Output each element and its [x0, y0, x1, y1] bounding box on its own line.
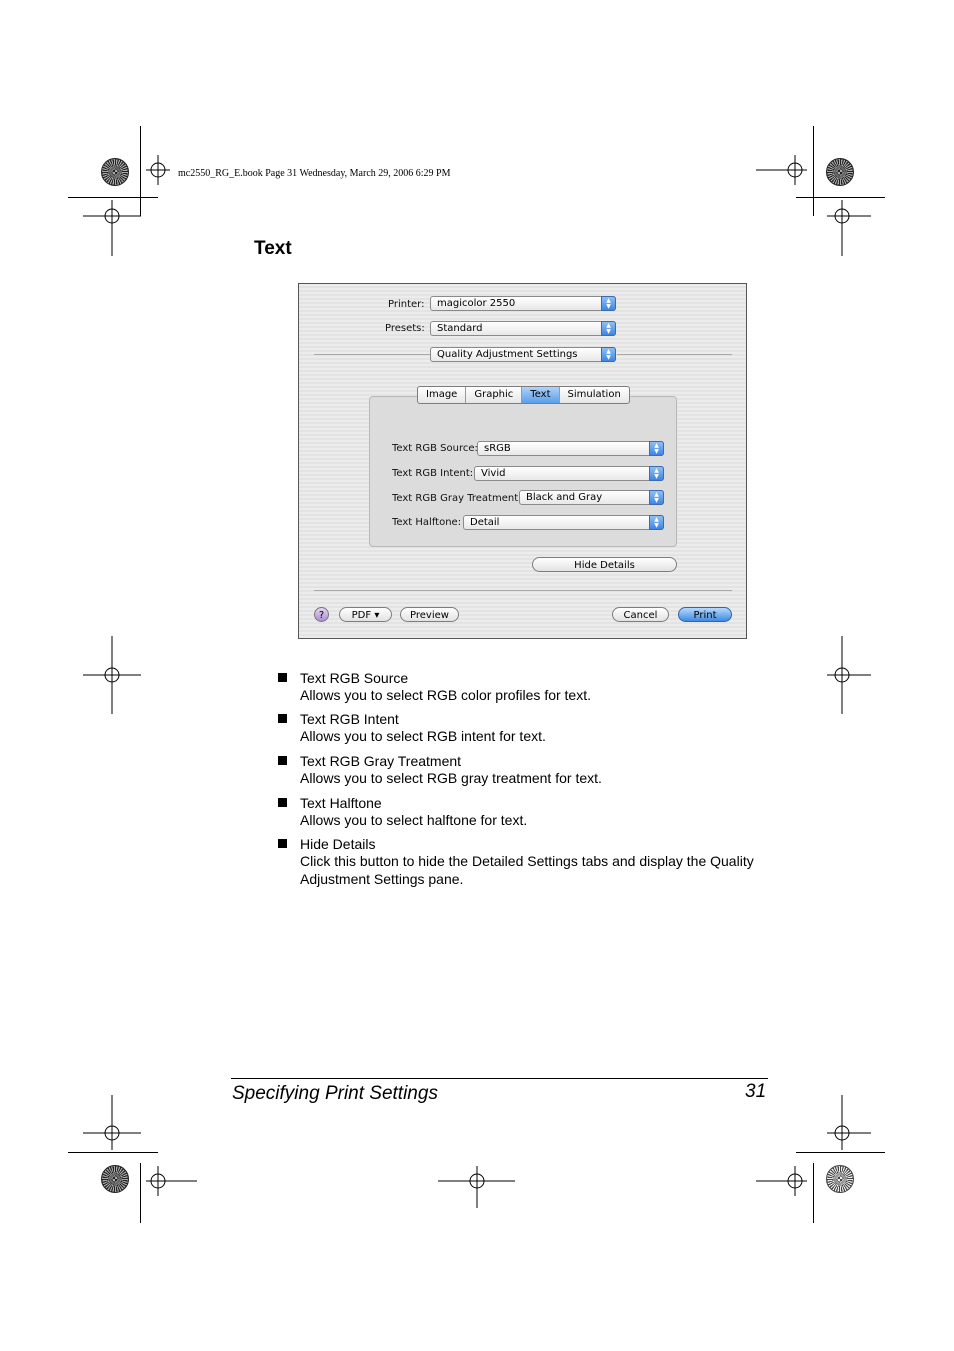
field-value: sRGB — [484, 443, 511, 454]
separator — [617, 354, 732, 355]
registration-target — [83, 200, 141, 256]
footer-title: Specifying Print Settings — [232, 1083, 438, 1104]
item-description: Allows you to select halftone for text. — [300, 812, 528, 828]
registration-target — [827, 636, 871, 714]
page-number: 31 — [745, 1081, 767, 1102]
pdf-button[interactable]: PDF ▾ — [339, 607, 392, 622]
footer-rule — [231, 1078, 768, 1079]
registration-target — [146, 1166, 197, 1196]
registration-target — [827, 200, 871, 256]
tab-image[interactable]: Image — [418, 387, 467, 403]
tab-text[interactable]: Text — [522, 387, 560, 403]
field-label: Text RGB Source: — [392, 443, 478, 454]
field-label: Text Halftone: — [392, 517, 462, 528]
bullet-icon — [278, 798, 287, 807]
item-title: Text RGB Source — [300, 670, 409, 686]
text-rgb-source-popup[interactable]: sRGB ▲ ▼ — [477, 441, 664, 456]
bullet-icon — [278, 673, 287, 682]
bullet-icon — [278, 756, 287, 765]
registration-target — [146, 155, 170, 185]
registration-target — [756, 155, 807, 185]
popup-arrows-icon: ▲ ▼ — [649, 490, 664, 505]
item-title: Text RGB Gray Treatment — [300, 753, 462, 769]
preview-button[interactable]: Preview — [400, 607, 459, 622]
item-description: Allows you to select RGB gray treatment … — [300, 770, 602, 786]
cancel-button[interactable]: Cancel — [612, 607, 669, 622]
help-button[interactable]: ? — [314, 607, 329, 622]
printer-value: magicolor 2550 — [437, 298, 516, 309]
item-description: Allows you to select RGB intent for text… — [300, 728, 546, 744]
popup-arrows-icon: ▲ ▼ — [649, 466, 664, 481]
item-title: Text Halftone — [300, 795, 382, 811]
registration-target — [756, 1166, 807, 1196]
file-slug: mc2550_RG_E.book Page 31 Wednesday, Marc… — [178, 168, 451, 179]
item-title: Text RGB Intent — [300, 711, 399, 727]
pane-value: Quality Adjustment Settings — [437, 349, 578, 360]
tab-simulation[interactable]: Simulation — [560, 387, 629, 403]
tab-graphic[interactable]: Graphic — [466, 387, 523, 403]
separator — [314, 354, 430, 355]
field-value: Vivid — [481, 468, 506, 479]
popup-arrows-icon: ▲ ▼ — [601, 347, 616, 362]
page-heading: Text — [254, 238, 292, 259]
registration-target — [438, 1166, 515, 1208]
item-description: Allows you to select RGB color profiles … — [300, 687, 591, 703]
item-description: Click this button to hide the Detailed S… — [300, 853, 754, 887]
popup-arrows-icon: ▲ ▼ — [649, 515, 664, 530]
field-value: Detail — [470, 517, 500, 528]
settings-tabs: Image Graphic Text Simulation — [417, 386, 630, 404]
field-label: Text RGB Intent: — [392, 468, 474, 479]
registration-target — [827, 1095, 871, 1150]
presets-value: Standard — [437, 323, 483, 334]
registration-target — [83, 636, 141, 714]
text-halftone-popup[interactable]: Detail ▲ ▼ — [463, 515, 664, 530]
printer-popup[interactable]: magicolor 2550 ▲ ▼ — [430, 296, 616, 311]
item-title: Hide Details — [300, 836, 376, 852]
print-dialog: Printer: magicolor 2550 ▲ ▼ Presets: Stan… — [298, 283, 747, 639]
presets-label: Presets: — [385, 323, 425, 334]
field-value: Black and Gray — [526, 492, 603, 503]
hide-details-button[interactable]: Hide Details — [532, 557, 677, 572]
bullet-icon — [278, 839, 287, 848]
popup-arrows-icon: ▲ ▼ — [649, 441, 664, 456]
field-label: Text RGB Gray Treatment: — [392, 493, 522, 504]
text-rgb-intent-popup[interactable]: Vivid ▲ ▼ — [474, 466, 664, 481]
printer-label: Printer: — [388, 299, 425, 310]
text-rgb-gray-treatment-popup[interactable]: Black and Gray ▲ ▼ — [519, 490, 664, 505]
registration-marks — [83, 155, 871, 1208]
registration-target — [83, 1095, 141, 1150]
popup-arrows-icon: ▲ ▼ — [601, 296, 616, 311]
presets-popup[interactable]: Standard ▲ ▼ — [430, 321, 616, 336]
print-button[interactable]: Print — [678, 607, 732, 622]
bullet-icon — [278, 714, 287, 723]
separator — [314, 590, 732, 591]
popup-arrows-icon: ▲ ▼ — [601, 321, 616, 336]
pane-popup[interactable]: Quality Adjustment Settings ▲ ▼ — [430, 347, 616, 362]
